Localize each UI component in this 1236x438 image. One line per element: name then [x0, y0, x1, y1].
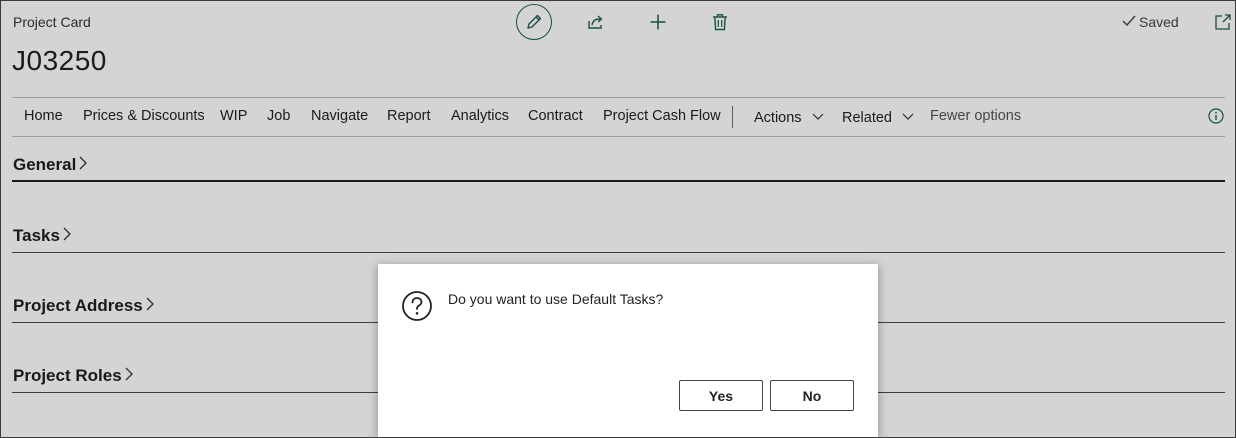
confirm-dialog: Do you want to use Default Tasks? Yes No	[378, 264, 878, 438]
question-icon	[401, 290, 433, 322]
no-button[interactable]: No	[770, 380, 854, 411]
dialog-message: Do you want to use Default Tasks?	[448, 291, 664, 307]
yes-button[interactable]: Yes	[679, 380, 763, 411]
